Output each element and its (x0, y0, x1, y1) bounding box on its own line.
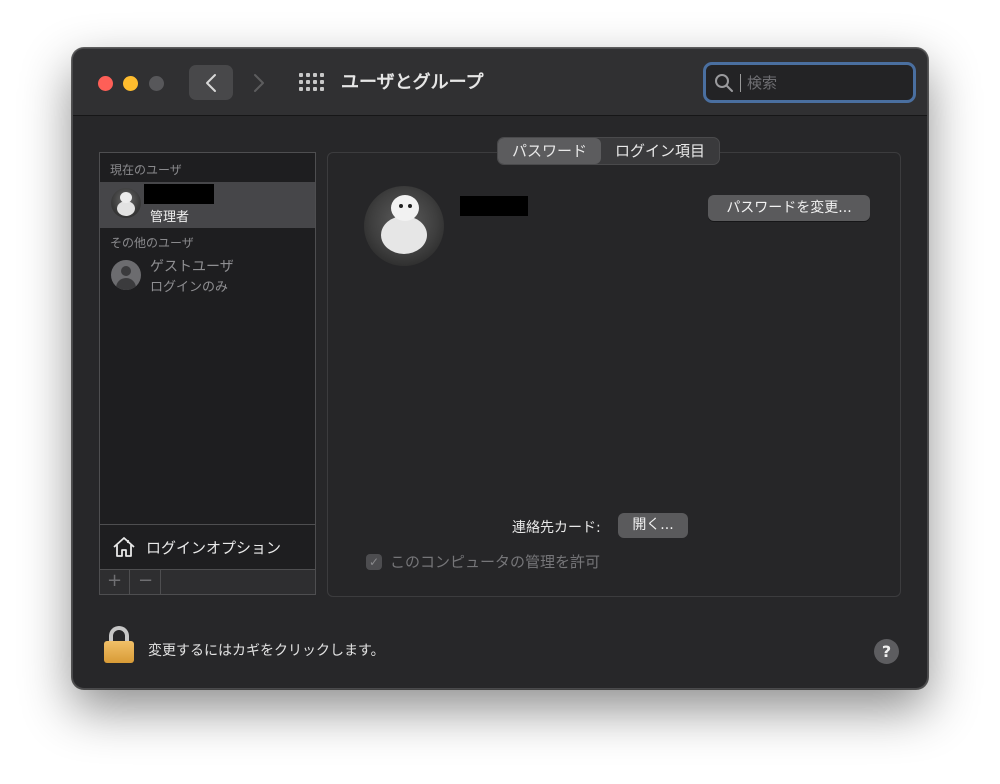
guest-subtitle: ログインのみ (150, 280, 229, 295)
add-user-button[interactable]: + (100, 570, 130, 594)
user-item-current[interactable]: 管理者 (100, 182, 315, 228)
help-button[interactable]: ? (874, 639, 899, 664)
login-options-label: ログインオプション (146, 538, 282, 557)
open-contact-button[interactable]: 開く... (618, 513, 688, 538)
minimize-window-button[interactable] (123, 76, 138, 91)
remove-user-button[interactable]: − (131, 570, 161, 594)
search-icon (715, 73, 733, 92)
guest-name: ゲストユーザ (150, 259, 234, 275)
sidebar-controls: + − (99, 570, 316, 595)
login-options-button[interactable]: ログインオプション (100, 524, 315, 569)
other-users-heading: その他のユーザ (110, 236, 194, 250)
house-icon (113, 537, 135, 557)
guest-avatar-icon (111, 260, 141, 290)
users-list: 現在のユーザ 管理者 その他のユーザ ゲストユーザ ログインのみ ログインオプシ… (99, 152, 316, 570)
user-item-guest[interactable]: ゲストユーザ ログインのみ (100, 254, 315, 295)
back-button[interactable] (189, 65, 233, 100)
search-field[interactable] (703, 62, 916, 103)
chevron-left-icon (206, 73, 216, 92)
search-input[interactable] (747, 73, 897, 92)
tab-password[interactable]: パスワード (498, 138, 602, 164)
tab-login-items[interactable]: ログイン項目 (601, 138, 719, 164)
avatar (111, 188, 141, 218)
lock-icon[interactable] (102, 626, 136, 664)
change-password-button[interactable]: パスワードを変更... (708, 195, 870, 221)
window-title: ユーザとグループ (341, 72, 484, 93)
forward-button[interactable] (237, 65, 281, 100)
chevron-right-icon (254, 73, 264, 92)
text-caret (740, 73, 741, 92)
close-window-button[interactable] (98, 76, 113, 91)
redacted-username (144, 184, 214, 204)
zoom-window-button[interactable] (149, 76, 164, 91)
user-role: 管理者 (150, 210, 190, 225)
current-users-heading: 現在のユーザ (110, 163, 182, 177)
title-bar: ユーザとグループ (73, 49, 927, 116)
show-all-grid-icon[interactable] (299, 73, 324, 92)
tab-bar: パスワード ログイン項目 (497, 137, 721, 165)
